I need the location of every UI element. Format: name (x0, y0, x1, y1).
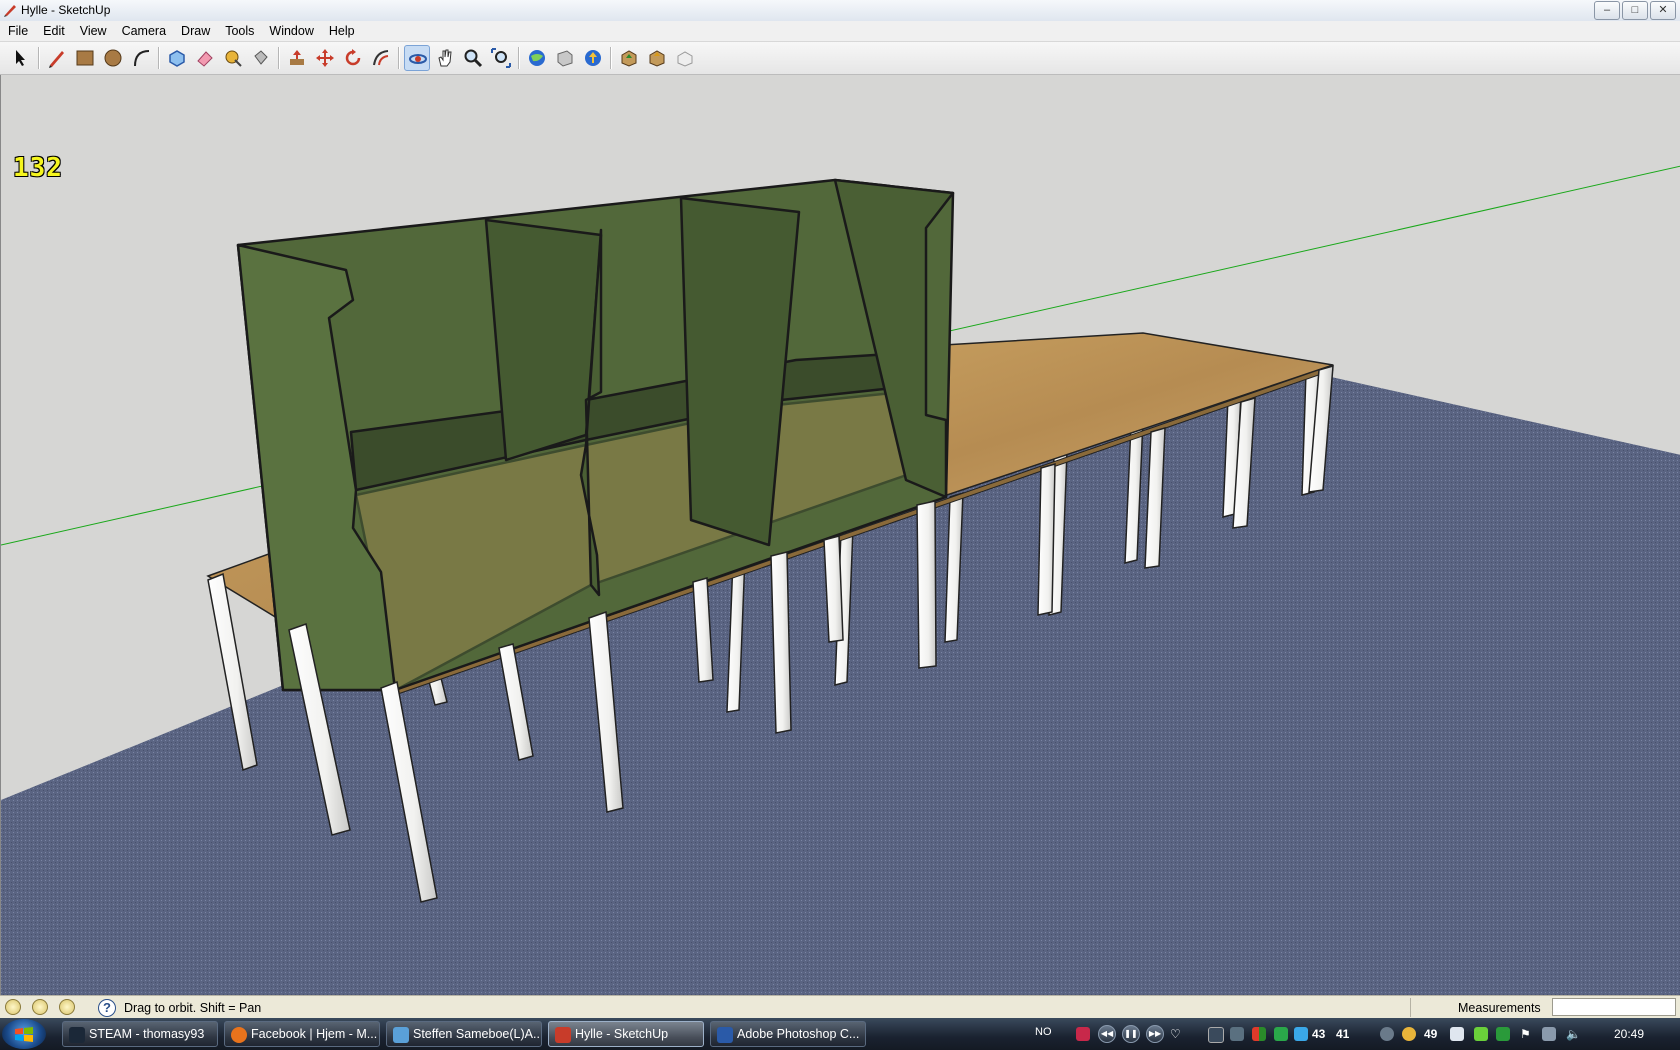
maximize-button[interactable]: □ (1622, 1, 1648, 20)
model-scene (1, 75, 1680, 995)
sketchup-icon (555, 1027, 571, 1043)
start-button[interactable] (2, 1019, 46, 1049)
heart-icon[interactable]: ♡ (1170, 1027, 1184, 1041)
messenger-icon (393, 1027, 409, 1043)
get-photo-texture-tool-icon[interactable] (616, 45, 642, 71)
export-tool-icon[interactable] (672, 45, 698, 71)
tray-green-icon[interactable] (1274, 1027, 1288, 1041)
measurements-input[interactable] (1552, 998, 1676, 1016)
circle-tool-icon[interactable] (100, 45, 126, 71)
window-title: Hylle - SketchUp (21, 3, 111, 17)
tray-user-icon[interactable] (1294, 1027, 1308, 1041)
copyright-icon[interactable] (59, 999, 75, 1015)
zoom-extents-tool-icon[interactable] (488, 45, 514, 71)
measurements-label: Measurements (1458, 1001, 1541, 1015)
status-bar: ? Drag to orbit. Shift = Pan Measurement… (0, 995, 1680, 1019)
make-component-tool-icon[interactable] (164, 45, 190, 71)
task-sketchup[interactable]: Hylle - SketchUp (548, 1021, 704, 1047)
menu-tools[interactable]: Tools (217, 21, 261, 41)
windows-taskbar: STEAM - thomasy93 Facebook | Hjem - M...… (0, 1018, 1680, 1050)
menu-draw[interactable]: Draw (173, 21, 217, 41)
tray-flag-icon[interactable] (1252, 1027, 1266, 1041)
action-center-flag-icon[interactable]: ⚑ (1520, 1027, 1534, 1041)
rectangle-tool-icon[interactable] (72, 45, 98, 71)
share-model-tool-icon[interactable] (552, 45, 578, 71)
task-firefox[interactable]: Facebook | Hjem - M... (224, 1021, 380, 1047)
menu-help[interactable]: Help (321, 21, 362, 41)
tray-network-icon[interactable] (1496, 1027, 1510, 1041)
window-controls: – □ ✕ (1594, 1, 1676, 20)
media-pause-icon[interactable]: ❚❚ (1122, 1025, 1140, 1043)
help-icon[interactable]: ? (98, 999, 116, 1017)
photoshop-icon (717, 1027, 733, 1043)
geo-location-icon[interactable] (5, 999, 21, 1015)
media-next-icon[interactable]: ▶▶ (1146, 1025, 1164, 1043)
drawing-viewport[interactable]: 132 (0, 75, 1680, 995)
language-indicator[interactable]: NO (1035, 1026, 1052, 1038)
paint-bucket-tool-icon[interactable] (248, 45, 274, 71)
tray-round-icon[interactable] (1380, 1027, 1394, 1041)
steam-tray-icon[interactable] (1230, 1027, 1244, 1041)
tray-yellow-icon[interactable] (1402, 1027, 1416, 1041)
share-component-tool-icon[interactable] (580, 45, 606, 71)
shelf-divider-1 (484, 218, 603, 462)
rotate-tool-icon[interactable] (340, 45, 366, 71)
fps-counter: 132 (13, 153, 63, 183)
main-toolbar (0, 42, 1680, 75)
task-steam[interactable]: STEAM - thomasy93 (62, 1021, 218, 1047)
arc-tool-icon[interactable] (128, 45, 154, 71)
menu-edit[interactable]: Edit (35, 21, 72, 41)
media-prev-icon[interactable]: ◀◀ (1098, 1025, 1116, 1043)
tray-mail-icon[interactable] (1450, 1027, 1464, 1041)
steam-icon (69, 1027, 85, 1043)
tray-number-2: 41 (1336, 1027, 1350, 1041)
tape-measure-tool-icon[interactable] (220, 45, 246, 71)
menu-file[interactable]: File (0, 21, 35, 41)
get-models-tool-icon[interactable] (524, 45, 550, 71)
select-tool-icon[interactable] (8, 45, 34, 71)
credits-icon[interactable] (32, 999, 48, 1015)
tray-number-1: 43 (1312, 1027, 1326, 1041)
task-messenger[interactable]: Steffen Sameboe(L)A... (386, 1021, 542, 1047)
close-button[interactable]: ✕ (1650, 1, 1676, 20)
tray-app-icon[interactable] (1076, 1027, 1090, 1041)
windows-logo-icon (15, 1027, 33, 1042)
menu-view[interactable]: View (72, 21, 114, 41)
sketchup-app-icon (4, 5, 16, 17)
volume-icon[interactable]: 🔈 (1566, 1027, 1581, 1041)
offset-tool-icon[interactable] (368, 45, 394, 71)
move-tool-icon[interactable] (312, 45, 338, 71)
status-hint: Drag to orbit. Shift = Pan (124, 1001, 262, 1015)
orbit-tool-icon[interactable] (404, 45, 430, 71)
taskbar-clock[interactable]: 20:49 (1614, 1027, 1644, 1041)
task-photoshop[interactable]: Adobe Photoshop C... (710, 1021, 866, 1047)
display-icon[interactable] (1542, 1027, 1556, 1041)
zoom-tool-icon[interactable] (460, 45, 486, 71)
minimize-button[interactable]: – (1594, 1, 1620, 20)
menu-bar: File Edit View Camera Draw Tools Window … (0, 21, 1680, 42)
firefox-icon (231, 1027, 247, 1043)
tray-chat-icon[interactable] (1474, 1027, 1488, 1041)
pan-tool-icon[interactable] (432, 45, 458, 71)
system-tray: NO ◀◀ ❚❚ ▶▶ ♡ 43 41 49 ⚑ 🔈 20:49 (1026, 1018, 1680, 1050)
eraser-tool-icon[interactable] (192, 45, 218, 71)
menu-camera[interactable]: Camera (114, 21, 173, 41)
pencil-tool-icon[interactable] (44, 45, 70, 71)
title-bar: Hylle - SketchUp – □ ✕ (0, 0, 1680, 22)
menu-window[interactable]: Window (261, 21, 320, 41)
import-tool-icon[interactable] (644, 45, 670, 71)
tray-counter-icon[interactable] (1208, 1027, 1224, 1043)
tray-number-3: 49 (1424, 1027, 1438, 1041)
push-pull-tool-icon[interactable] (284, 45, 310, 71)
